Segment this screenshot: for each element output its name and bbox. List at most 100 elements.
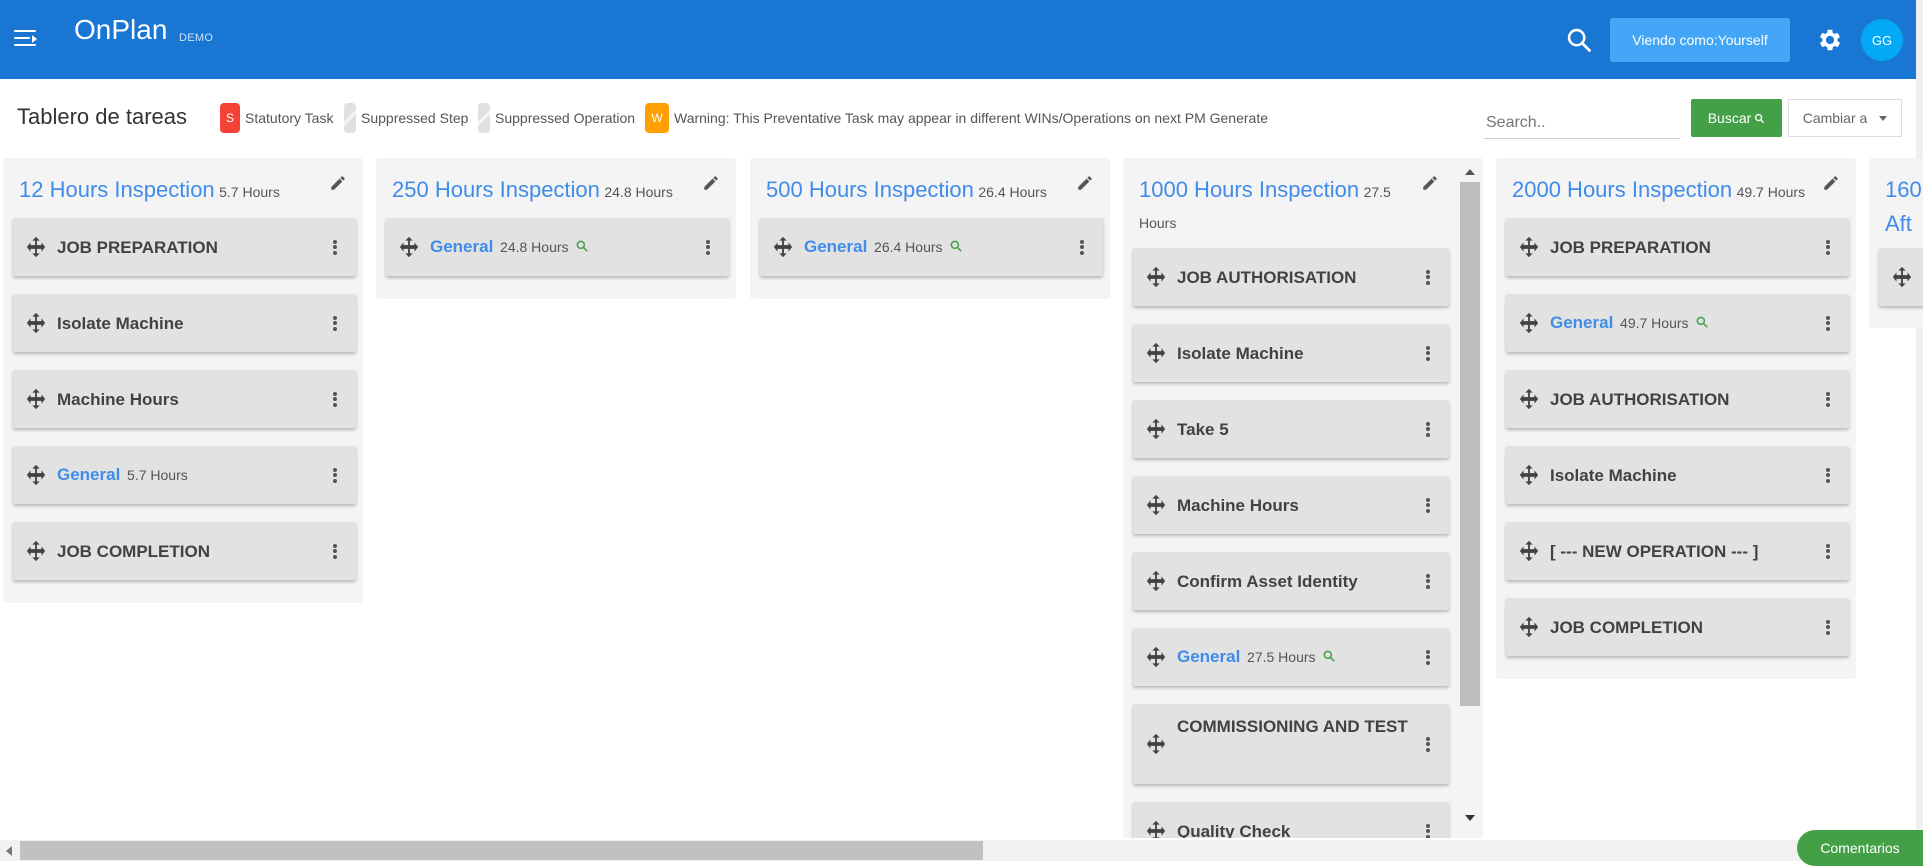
task-card[interactable]: Machine Hours <box>1133 476 1449 534</box>
more-options-icon[interactable] <box>1425 421 1431 437</box>
scroll-down-arrow-icon[interactable] <box>1464 814 1476 822</box>
task-card[interactable]: Confirm Asset Identity <box>1133 552 1449 610</box>
menu-toggle-icon[interactable] <box>14 28 38 48</box>
more-options-icon[interactable] <box>332 239 338 255</box>
drag-handle-icon[interactable] <box>25 464 47 486</box>
board-column[interactable]: 2000 Hours Inspection 49.7 Hours JOB PREP… <box>1496 158 1856 679</box>
scroll-left-arrow-icon[interactable] <box>5 845 13 857</box>
board-column[interactable]: 250 Hours Inspection 24.8 Hours General 2… <box>376 158 736 299</box>
task-card[interactable]: Quality Check <box>1133 802 1449 838</box>
drag-handle-icon[interactable] <box>25 388 47 410</box>
more-options-icon[interactable] <box>1079 239 1085 255</box>
task-card[interactable]: JOB AUTHORISATION <box>1506 370 1849 428</box>
task-card[interactable]: JOB COMPLETION <box>1506 598 1849 656</box>
task-name[interactable]: General <box>430 237 493 256</box>
drag-handle-icon[interactable] <box>1518 540 1540 562</box>
drag-handle-icon[interactable] <box>1145 570 1167 592</box>
more-options-icon[interactable] <box>1825 391 1831 407</box>
more-options-icon[interactable] <box>1425 573 1431 589</box>
column-title[interactable]: 250 Hours Inspection <box>392 177 600 202</box>
view-as-button[interactable]: Viendo como:Yourself <box>1610 18 1790 62</box>
edit-pencil-icon[interactable] <box>1421 174 1439 192</box>
drag-handle-icon[interactable] <box>1891 266 1913 288</box>
switch-view-dropdown[interactable]: Cambiar a <box>1788 99 1902 137</box>
task-card[interactable]: JOB PREPARATION <box>1506 218 1849 276</box>
drag-handle-icon[interactable] <box>1145 646 1167 668</box>
task-card[interactable]: JOB COMPLETION <box>13 522 356 580</box>
more-options-icon[interactable] <box>332 391 338 407</box>
drag-handle-icon[interactable] <box>772 236 794 258</box>
task-card[interactable]: General 26.4 Hours <box>760 218 1103 276</box>
magnify-search-icon[interactable] <box>1689 313 1709 332</box>
board-column[interactable]: 500 Hours Inspection 26.4 Hours General 2… <box>750 158 1110 299</box>
more-options-icon[interactable] <box>1825 467 1831 483</box>
more-options-icon[interactable] <box>1825 543 1831 559</box>
more-options-icon[interactable] <box>332 467 338 483</box>
edit-pencil-icon[interactable] <box>329 174 347 192</box>
more-options-icon[interactable] <box>1425 736 1431 752</box>
settings-gear-icon[interactable] <box>1816 26 1844 54</box>
board-column[interactable]: 160 Aft <box>1869 158 1923 328</box>
magnify-search-icon[interactable] <box>1316 647 1336 666</box>
drag-handle-icon[interactable] <box>1145 733 1167 755</box>
task-name[interactable]: General <box>1550 313 1613 332</box>
column-title[interactable]: 1000 Hours Inspection <box>1139 177 1359 202</box>
more-options-icon[interactable] <box>1825 239 1831 255</box>
drag-handle-icon[interactable] <box>1518 616 1540 638</box>
board-column[interactable]: 1000 Hours Inspection 27.5 Hours JOB AUTH… <box>1123 158 1483 838</box>
horizontal-scrollbar-thumb[interactable] <box>20 841 983 860</box>
column-title[interactable]: 500 Hours Inspection <box>766 177 974 202</box>
board-column[interactable]: 12 Hours Inspection 5.7 Hours JOB PREPARA… <box>3 158 363 603</box>
drag-handle-icon[interactable] <box>1145 418 1167 440</box>
task-card[interactable]: [ --- NEW OPERATION --- ] <box>1506 522 1849 580</box>
column-scrollbar-thumb[interactable] <box>1460 182 1480 706</box>
drag-handle-icon[interactable] <box>1518 388 1540 410</box>
task-card[interactable]: JOB PREPARATION <box>13 218 356 276</box>
task-card[interactable]: General 24.8 Hours <box>386 218 729 276</box>
drag-handle-icon[interactable] <box>1145 342 1167 364</box>
drag-handle-icon[interactable] <box>1518 312 1540 334</box>
more-options-icon[interactable] <box>1425 497 1431 513</box>
task-name[interactable]: General <box>804 237 867 256</box>
drag-handle-icon[interactable] <box>1518 236 1540 258</box>
task-card[interactable]: General 27.5 Hours <box>1133 628 1449 686</box>
drag-handle-icon[interactable] <box>1145 494 1167 516</box>
task-card[interactable]: JOB AUTHORISATION <box>1133 248 1449 306</box>
task-name[interactable]: General <box>57 465 120 484</box>
edit-pencil-icon[interactable] <box>1822 174 1840 192</box>
edit-pencil-icon[interactable] <box>702 174 720 192</box>
task-name[interactable]: General <box>1177 647 1240 666</box>
drag-handle-icon[interactable] <box>1145 266 1167 288</box>
more-options-icon[interactable] <box>1425 269 1431 285</box>
task-card[interactable]: Take 5 <box>1133 400 1449 458</box>
task-card[interactable] <box>1879 248 1923 306</box>
drag-handle-icon[interactable] <box>398 236 420 258</box>
more-options-icon[interactable] <box>1425 823 1431 838</box>
more-options-icon[interactable] <box>705 239 711 255</box>
drag-handle-icon[interactable] <box>1518 464 1540 486</box>
column-title[interactable]: 160 <box>1885 177 1922 202</box>
column-title[interactable]: 2000 Hours Inspection <box>1512 177 1732 202</box>
task-card[interactable]: General 49.7 Hours <box>1506 294 1849 352</box>
task-card[interactable]: Isolate Machine <box>1506 446 1849 504</box>
scroll-up-arrow-icon[interactable] <box>1464 168 1476 176</box>
more-options-icon[interactable] <box>332 543 338 559</box>
drag-handle-icon[interactable] <box>25 312 47 334</box>
app-title[interactable]: OnPlan <box>74 14 167 46</box>
more-options-icon[interactable] <box>332 315 338 331</box>
column-title[interactable]: 12 Hours Inspection <box>19 177 215 202</box>
task-card[interactable]: Isolate Machine <box>1133 324 1449 382</box>
task-card[interactable]: COMMISSIONING AND TEST <box>1133 704 1449 784</box>
board-search-input[interactable] <box>1484 99 1680 139</box>
task-card[interactable]: General 5.7 Hours <box>13 446 356 504</box>
more-options-icon[interactable] <box>1425 649 1431 665</box>
more-options-icon[interactable] <box>1425 345 1431 361</box>
user-avatar[interactable]: GG <box>1861 19 1903 61</box>
search-button[interactable]: Buscar <box>1691 99 1782 137</box>
task-card[interactable]: Isolate Machine <box>13 294 356 352</box>
column-title-line2[interactable]: Aft <box>1885 211 1912 236</box>
search-icon[interactable] <box>1565 26 1593 54</box>
magnify-search-icon[interactable] <box>943 237 963 256</box>
magnify-search-icon[interactable] <box>569 237 589 256</box>
drag-handle-icon[interactable] <box>25 236 47 258</box>
